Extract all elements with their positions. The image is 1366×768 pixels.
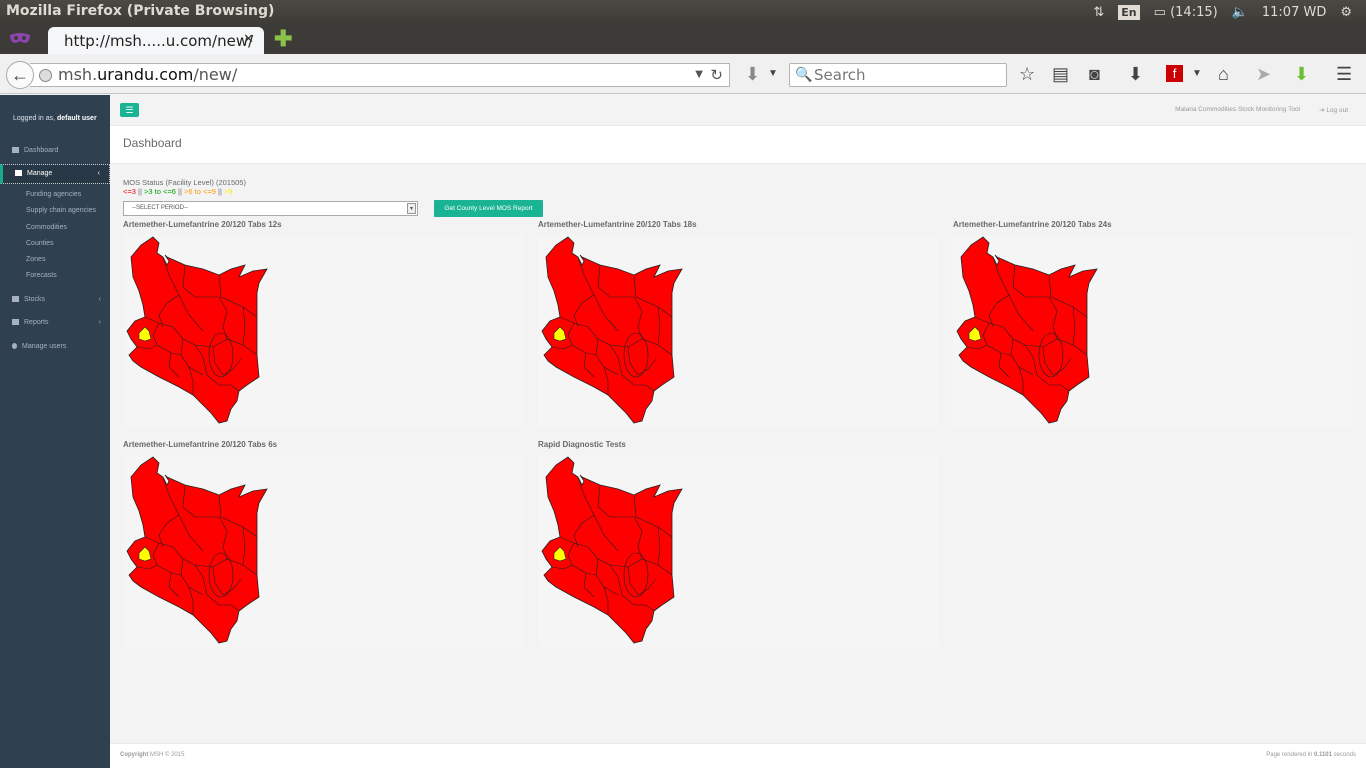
close-tab-icon[interactable]: ✕ (243, 32, 254, 47)
sidebar-item-dashboard[interactable]: Dashboard (0, 142, 110, 160)
county-map[interactable] (538, 455, 938, 647)
sidebar: Logged in as, default user Dashboard Man… (0, 95, 110, 768)
bookmark-star-icon[interactable]: ☆ (1019, 64, 1035, 84)
flash-icon[interactable]: f (1166, 65, 1183, 82)
sidebar-subitem-forecasts[interactable]: Forecasts (26, 272, 57, 279)
username: default user (57, 115, 97, 122)
legend-high: >6 to <=9 (184, 187, 216, 196)
kenya-map[interactable] (538, 235, 698, 427)
user-icon (12, 343, 17, 350)
edit-icon (12, 296, 19, 303)
battery-icon: ▭ (1153, 4, 1166, 20)
keyboard-layout[interactable]: En (1118, 4, 1140, 20)
county-mos-report-button[interactable]: Get County Level MOS Report (434, 200, 543, 217)
logout-link[interactable]: ⇥ Log out (1319, 106, 1348, 114)
volume-icon[interactable]: 🔈 (1232, 5, 1248, 20)
pocket-icon[interactable]: ◙ (1089, 64, 1100, 84)
kenya-map[interactable] (123, 235, 283, 427)
render-time: Page rendered in 0.1101 seconds (1266, 752, 1356, 758)
legend-mid: >3 to <=6 (144, 187, 176, 196)
history-dropdown-icon[interactable]: ▼ (695, 64, 703, 86)
flash-dropdown-icon[interactable]: ▼ (1192, 64, 1202, 84)
reading-list-icon[interactable]: ▤ (1052, 64, 1069, 84)
sidebar-item-manage[interactable]: Manage ‹ (0, 164, 110, 184)
url-prefix: msh. (58, 65, 98, 84)
county-map[interactable] (953, 235, 1353, 427)
chevron-left-icon: ‹ (97, 170, 100, 177)
logged-in-label: Logged in as, default user (13, 115, 97, 122)
dropdown-arrow-icon: ▾ (407, 203, 416, 214)
addon-blocked-icon[interactable]: ⬇ (745, 64, 760, 84)
globe-icon (39, 69, 52, 82)
map-title: Rapid Diagnostic Tests (538, 440, 626, 449)
chevron-left-icon: ‹ (98, 296, 101, 303)
kenya-map[interactable] (123, 455, 283, 647)
legend-low: <=3 (123, 187, 136, 196)
mos-title: MOS Status (Facility Level) (201505) (123, 178, 246, 187)
battery-indicator[interactable]: ▭ (14:15) (1154, 5, 1218, 20)
map-title: Artemether-Lumefantrine 20/120 Tabs 12s (123, 220, 282, 229)
new-tab-icon[interactable]: ✚ (274, 28, 292, 50)
sidebar-item-stocks[interactable]: Stocks ‹ (0, 291, 110, 309)
search-icon: 🔍 (795, 67, 813, 83)
map-title: Artemether-Lumefantrine 20/120 Tabs 18s (538, 220, 697, 229)
page-heading: Dashboard (110, 126, 1366, 164)
downloads-icon[interactable]: ⬇ (1128, 64, 1143, 84)
edit-icon (15, 170, 22, 177)
url-bar[interactable]: msh.urandu.com/new/ ▼ ↻ (30, 63, 730, 87)
chevron-left-icon: ‹ (98, 319, 101, 326)
clock[interactable]: 11:07 WD (1262, 5, 1326, 20)
top-navbar: ☰ Malaria Commodities Stock Monitoring T… (110, 95, 1366, 126)
sidebar-subitem-zones[interactable]: Zones (26, 256, 45, 263)
county-map[interactable] (123, 455, 523, 647)
county-map[interactable] (538, 235, 938, 427)
reload-icon[interactable]: ↻ (710, 64, 723, 86)
app-title: Malaria Commodities Stock Monitoring Too… (1175, 106, 1300, 113)
grid-icon (12, 147, 19, 154)
gear-icon[interactable]: ⚙ (1340, 5, 1352, 20)
tab-bar: http://msh.....u.com/new/ ✕ ✚ (0, 24, 1366, 54)
url-path: /new/ (193, 65, 238, 84)
sidebar-subitem-funding-agencies[interactable]: Funding agencies (26, 191, 81, 198)
tab-title: http://msh.....u.com/new/ (64, 32, 254, 50)
bar-chart-icon (12, 319, 19, 326)
period-select[interactable]: --SELECT PERIOD-- ▾ (123, 201, 418, 216)
mos-status: MOS Status (Facility Level) (201505) <=3… (123, 178, 246, 196)
web-page: Logged in as, default user Dashboard Man… (0, 95, 1366, 768)
menu-icon[interactable]: ☰ (1336, 64, 1352, 84)
home-icon[interactable]: ⌂ (1218, 64, 1229, 84)
page-title: Dashboard (123, 136, 182, 150)
menu-toggle-button[interactable]: ☰ (120, 103, 139, 117)
send-icon[interactable]: ➤ (1256, 64, 1271, 84)
search-input[interactable]: 🔍 Search (789, 63, 1007, 87)
system-tray: ⇅ En ▭ (14:15) 🔈 11:07 WD ⚙ (1093, 0, 1366, 24)
navigation-toolbar: msh.urandu.com/new/ ▼ ↻ ← ⬇ ▼ 🔍 Search ☆… (0, 54, 1366, 94)
sidebar-subitem-counties[interactable]: Counties (26, 240, 54, 247)
download-helper-icon[interactable]: ⬇ (1294, 64, 1309, 84)
map-title: Artemether-Lumefantrine 20/120 Tabs 6s (123, 440, 278, 449)
back-button[interactable]: ← (6, 61, 34, 89)
browser-tab[interactable]: http://msh.....u.com/new/ ✕ (48, 27, 264, 54)
map-title: Artemether-Lumefantrine 20/120 Tabs 24s (953, 220, 1112, 229)
footer: Copyright MSH © 2015 Page rendered in 0.… (110, 743, 1366, 768)
kenya-map[interactable] (538, 455, 698, 647)
window-title: Mozilla Firefox (Private Browsing) (6, 3, 275, 19)
os-top-bar: Mozilla Firefox (Private Browsing) ⇅ En … (0, 0, 1366, 24)
private-browsing-mask-icon (10, 33, 30, 43)
mos-legend: <=3 || >3 to <=6 || >6 to <=9 || >9 (123, 187, 233, 196)
addon-dropdown-icon[interactable]: ▼ (768, 64, 778, 84)
county-map[interactable] (123, 235, 523, 427)
sidebar-item-reports[interactable]: Reports ‹ (0, 314, 110, 332)
url-domain: urandu.com (97, 65, 194, 84)
sidebar-item-manage-users[interactable]: Manage users (0, 338, 110, 356)
sidebar-subitem-supply-chain-agencies[interactable]: Supply chain agencies (26, 207, 96, 214)
legend-over: >9 (223, 187, 233, 196)
kenya-map[interactable] (953, 235, 1113, 427)
sidebar-subitem-commodities[interactable]: Commodities (26, 224, 67, 231)
sign-out-icon: ⇥ (1319, 107, 1325, 114)
network-icon[interactable]: ⇅ (1093, 5, 1104, 20)
copyright: Copyright MSH © 2015 (120, 752, 185, 758)
